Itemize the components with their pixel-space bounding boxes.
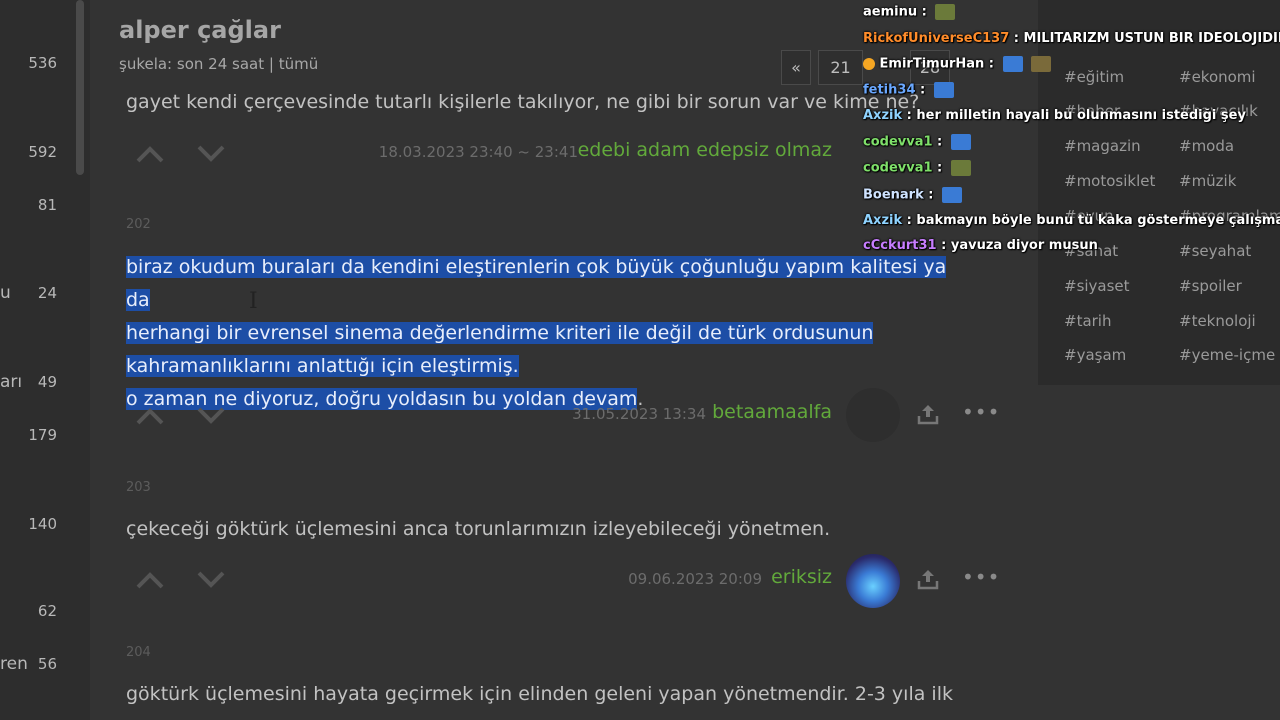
topic-title-fragment[interactable]: ren (0, 654, 28, 674)
topic-count[interactable]: 536 (28, 54, 57, 72)
soldier-emote-icon (1031, 56, 1052, 72)
upvote-icon[interactable] (135, 406, 165, 426)
topic-title[interactable]: alper çağlar (119, 16, 281, 44)
entry-author[interactable]: eriksiz (740, 566, 832, 588)
entry-line: kahramanlıklarını anlattığı için eleştir… (126, 355, 519, 377)
share-icon[interactable] (916, 402, 940, 426)
chat-username: Axzik (863, 108, 903, 123)
downvote-icon[interactable] (196, 406, 226, 426)
chat-message: codevva1 : (863, 160, 971, 176)
entry-date[interactable]: 31.05.2023 13:34 (500, 405, 706, 423)
chat-username: Axzik (863, 213, 903, 228)
topic-count[interactable]: 62 (38, 602, 57, 620)
channel-link[interactable]: #yaşam (1064, 346, 1126, 364)
chat-username: aeminu (863, 4, 918, 20)
chat-username: fetih34 (863, 82, 916, 98)
entry-content: çekeceği göktürk üçlemesini anca torunla… (126, 518, 831, 540)
chat-text: her milletin hayali bu olunmasını istedi… (916, 108, 1246, 123)
filter-all-link[interactable]: tümü (279, 55, 319, 73)
badge-icon (863, 58, 875, 70)
tank-emote-icon (935, 4, 956, 20)
downvote-icon[interactable] (196, 144, 226, 164)
avatar[interactable] (846, 388, 900, 442)
chat-overlay: aeminu : RickofUniverseC137 : MILITARIZM… (863, 0, 1280, 260)
channel-link[interactable]: #tarih (1064, 312, 1111, 330)
topic-count[interactable]: 56 (38, 655, 57, 673)
chat-username: Boenark (863, 187, 924, 203)
left-sidebar: 536 592 81 u 24 arı 49 179 140 62 ren 56 (0, 0, 90, 720)
text-cursor-icon: I (249, 289, 258, 314)
entry-number: 203 (126, 480, 151, 495)
chat-message: Boenark : (863, 187, 963, 203)
channel-link[interactable]: #teknoloji (1179, 312, 1256, 330)
entry-content: göktürk üçlemesini hayata geçirmek için … (126, 683, 953, 705)
filter-label: şukela: (119, 55, 173, 73)
chat-username: cCckurt31 (863, 238, 937, 253)
entry-number: 204 (126, 645, 151, 660)
plane-emote-icon (1002, 56, 1023, 72)
topic-count[interactable]: 81 (38, 196, 57, 214)
chat-message: Axzik : her milletin hayali bu olunmasın… (863, 108, 1246, 123)
topic-count[interactable]: 140 (28, 515, 57, 533)
avatar[interactable] (846, 554, 900, 608)
channel-link[interactable]: #siyaset (1064, 277, 1130, 295)
chat-message: cCckurt31 : yavuza diyor musun (863, 238, 1098, 253)
chat-message: codevva1 : (863, 134, 971, 150)
topic-title-fragment[interactable]: u (0, 283, 11, 303)
topic-count[interactable]: 592 (28, 143, 57, 161)
chat-text: bakmayın böyle bunu tü kaka göstermeye ç… (916, 213, 1280, 228)
plane-emote-icon (942, 187, 963, 203)
chat-username: codevva1 (863, 134, 933, 150)
plane-emote-icon (950, 134, 971, 150)
entry-content: gayet kendi çerçevesinde tutarlı kişiler… (126, 91, 920, 113)
more-options-icon[interactable]: ••• (962, 400, 1000, 424)
entry-content: biraz okudum buraları da kendini eleştir… (126, 251, 956, 416)
filter-separator: | (268, 55, 274, 73)
entry-author[interactable]: edebi adam edepsiz olmaz (560, 139, 832, 161)
chat-message: fetih34 : (863, 82, 954, 98)
filter-period-link[interactable]: son 24 saat (177, 55, 264, 73)
chat-message: Axzik : bakmayın böyle bunu tü kaka göst… (863, 213, 1280, 228)
chat-message: EmirTimurHan : (863, 56, 1052, 72)
pager-page-select[interactable]: 21 (818, 50, 863, 85)
entry-number: 202 (126, 217, 151, 232)
chat-text: MILITARIZM USTUN BIR IDEOLOJIDIR (1023, 31, 1280, 46)
pager-prev-button[interactable]: « (781, 50, 811, 85)
upvote-icon[interactable] (135, 570, 165, 590)
topic-count[interactable]: 179 (28, 426, 57, 444)
entry-date[interactable]: 18.03.2023 23:40 ~ 23:41 (330, 143, 578, 161)
tank-emote-icon (950, 160, 971, 176)
upvote-icon[interactable] (135, 144, 165, 164)
topic-count[interactable]: 24 (38, 284, 57, 302)
share-icon[interactable] (916, 567, 940, 591)
entry-author[interactable]: betaamaalfa (700, 401, 832, 423)
plane-emote-icon (933, 82, 954, 98)
downvote-icon[interactable] (196, 570, 226, 590)
chat-text: yavuza diyor musun (950, 238, 1098, 253)
sidebar-scrollbar[interactable] (76, 0, 84, 175)
more-options-icon[interactable]: ••• (962, 565, 1000, 589)
entry-date[interactable]: 09.06.2023 20:09 (560, 570, 762, 588)
chat-message: RickofUniverseC137 : MILITARIZM USTUN BI… (863, 31, 1280, 46)
channel-link[interactable]: #yeme-içme (1179, 346, 1275, 364)
channel-link[interactable]: #spoiler (1179, 277, 1242, 295)
entry-line: herhangi bir evrensel sinema değerlendir… (126, 322, 874, 344)
topic-count[interactable]: 49 (38, 373, 57, 391)
topic-title-fragment[interactable]: arı (0, 372, 22, 392)
chat-username: codevva1 (863, 160, 933, 176)
chat-username: EmirTimurHan (879, 56, 985, 72)
topic-filter-bar: şukela: son 24 saat | tümü (119, 55, 318, 73)
chat-username: RickofUniverseC137 (863, 31, 1010, 46)
chat-message: aeminu : (863, 4, 956, 20)
